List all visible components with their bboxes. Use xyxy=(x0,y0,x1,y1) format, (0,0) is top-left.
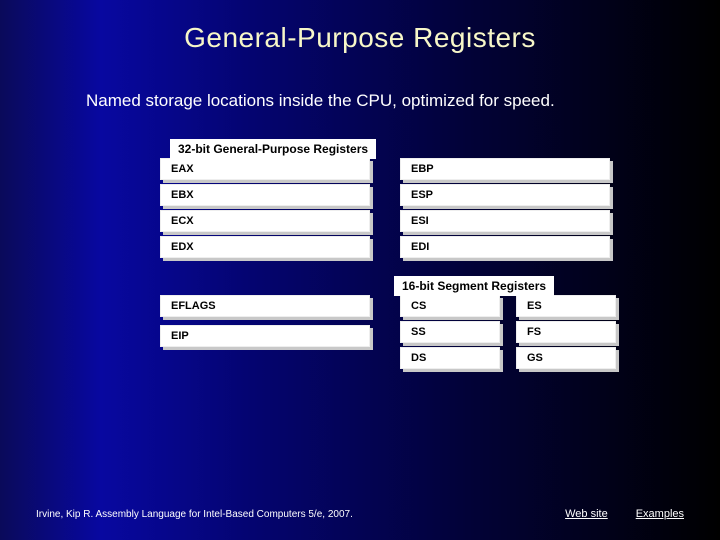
reg-ebp: EBP xyxy=(400,158,610,180)
link-website[interactable]: Web site xyxy=(565,508,608,520)
col-32-right: EBP ESP ESI EDI xyxy=(400,158,610,262)
reg-es: ES xyxy=(516,295,616,317)
reg-fs: FS xyxy=(516,321,616,343)
reg-edx: EDX xyxy=(160,236,370,258)
reg-ebx: EBX xyxy=(160,184,370,206)
reg-ss: SS xyxy=(400,321,500,343)
reg-gs: GS xyxy=(516,347,616,369)
register-diagram: 32-bit General-Purpose Registers EAX EBX… xyxy=(160,139,612,373)
reg-cs: CS xyxy=(400,295,500,317)
reg-eip: EIP xyxy=(160,325,370,347)
reg-esp: ESP xyxy=(400,184,610,206)
col-flags: EFLAGS EIP xyxy=(160,295,370,373)
caption-32bit: 32-bit General-Purpose Registers xyxy=(170,139,376,159)
footer: Irvine, Kip R. Assembly Language for Int… xyxy=(36,508,684,520)
section-32bit: 32-bit General-Purpose Registers EAX EBX… xyxy=(160,139,612,262)
page-title: General-Purpose Registers xyxy=(0,0,720,54)
col-segments: CS SS DS ES FS GS xyxy=(400,295,616,373)
reg-edi: EDI xyxy=(400,236,610,258)
footer-credit: Irvine, Kip R. Assembly Language for Int… xyxy=(36,509,537,520)
reg-eflags: EFLAGS xyxy=(160,295,370,317)
col-32-left: EAX EBX ECX EDX xyxy=(160,158,370,262)
reg-ds: DS xyxy=(400,347,500,369)
reg-ecx: ECX xyxy=(160,210,370,232)
link-examples[interactable]: Examples xyxy=(636,508,684,520)
section-16bit: 16-bit Segment Registers EFLAGS EIP CS S… xyxy=(160,276,612,373)
caption-16bit: 16-bit Segment Registers xyxy=(394,276,554,296)
reg-esi: ESI xyxy=(400,210,610,232)
reg-eax: EAX xyxy=(160,158,370,180)
subtitle: Named storage locations inside the CPU, … xyxy=(0,54,620,113)
